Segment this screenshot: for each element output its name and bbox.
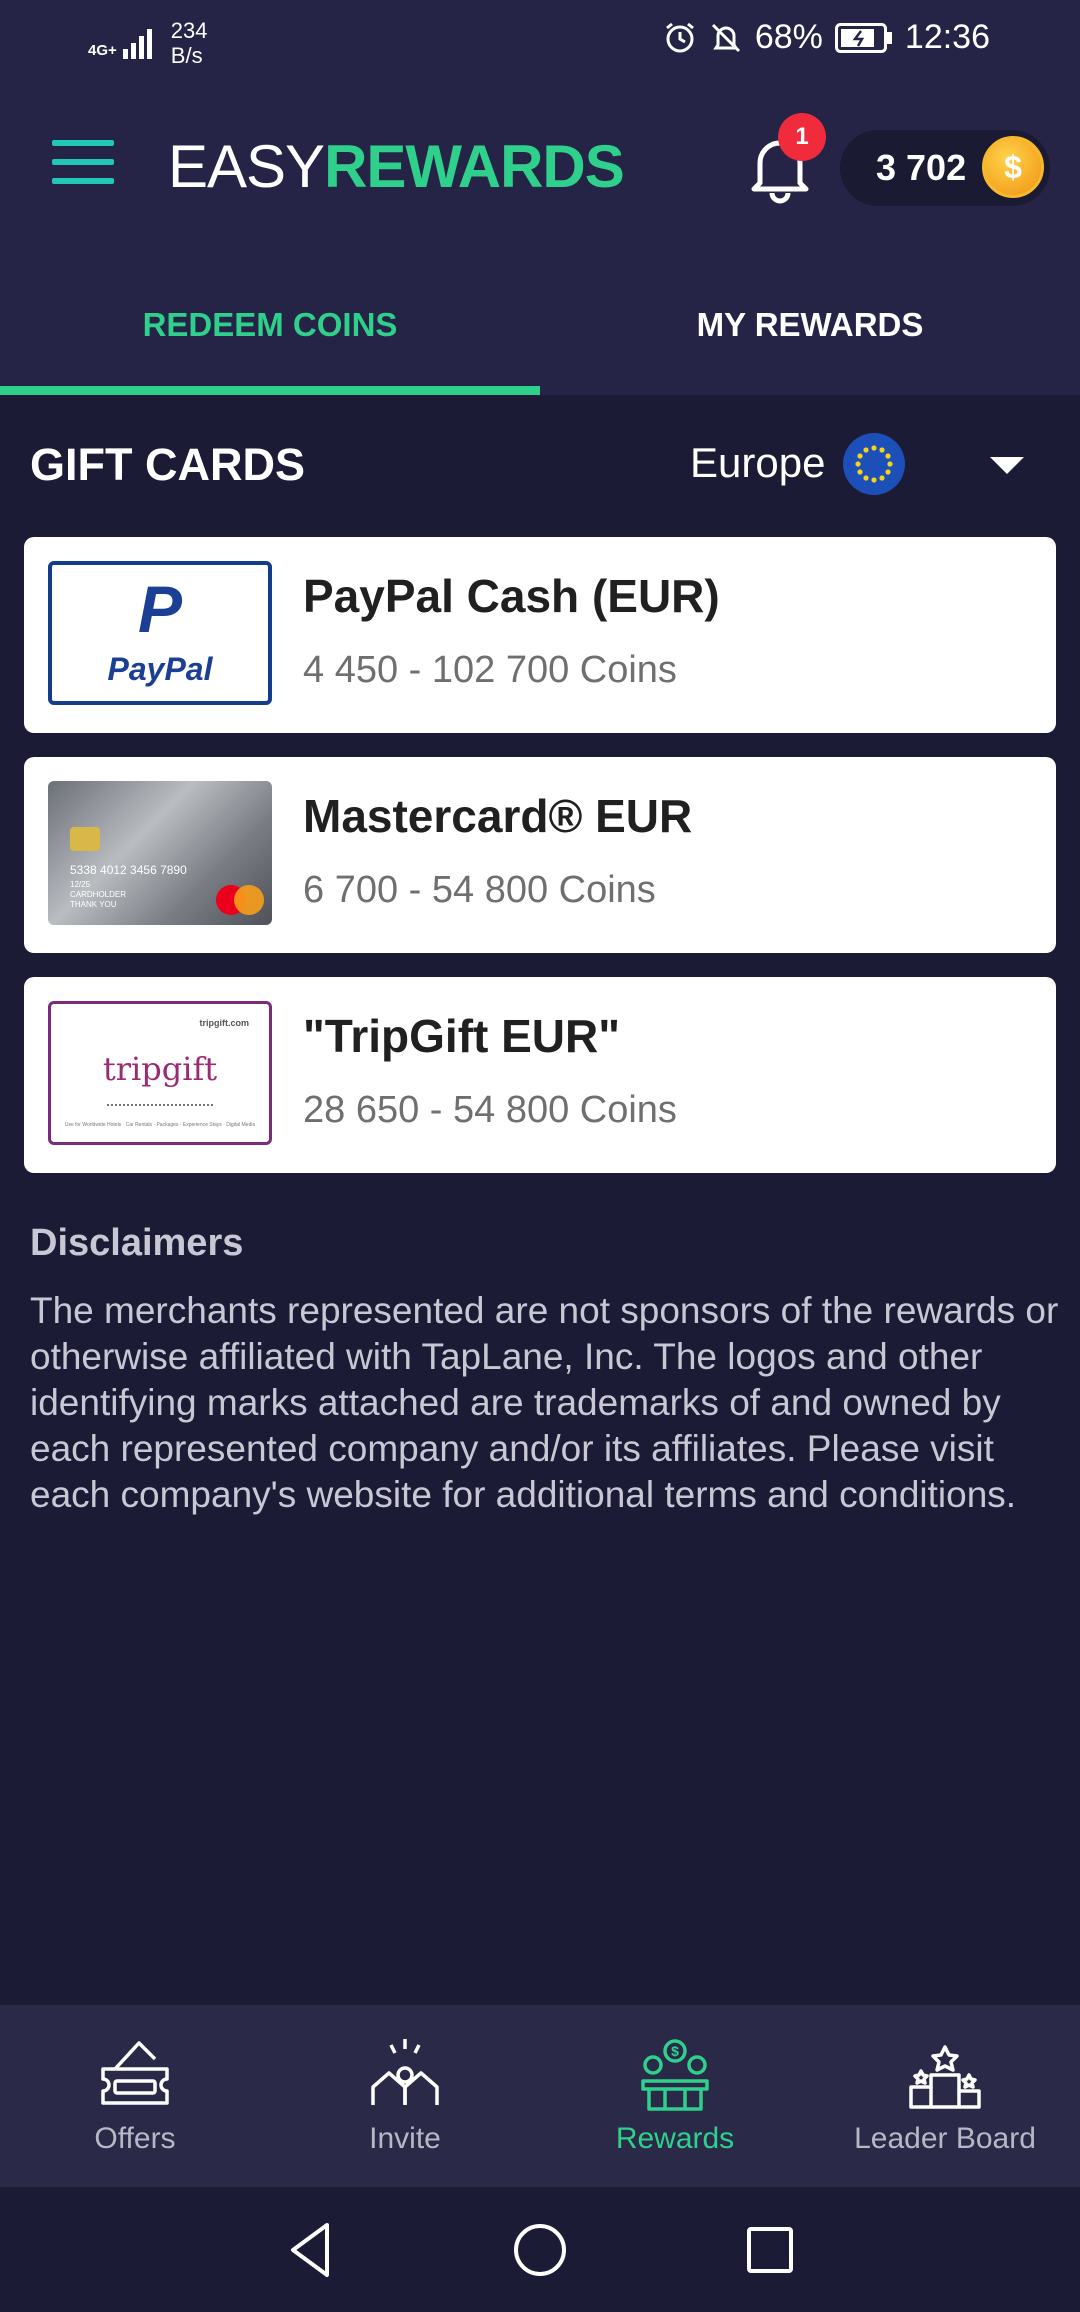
coin-icon: $ xyxy=(982,136,1044,198)
gift-card-name: Mastercard® EUR xyxy=(303,790,693,842)
tab-redeem-coins[interactable]: REDEEM COINS xyxy=(0,255,540,395)
card-expiry: 12/25 xyxy=(70,880,91,889)
logo-rewards: REWARDS xyxy=(324,133,625,200)
app-logo: EASYREWARDS xyxy=(168,132,625,201)
home-icon xyxy=(514,2224,566,2276)
chevron-down-icon[interactable] xyxy=(990,457,1024,474)
notification-badge: 1 xyxy=(778,113,826,161)
network-type: 4G+ xyxy=(88,42,117,59)
podium-icon xyxy=(909,2045,981,2109)
mastercard-logo-icon xyxy=(216,885,264,915)
card-thanks: THANK YOU xyxy=(70,900,117,909)
paypal-logo: P PayPal xyxy=(48,561,272,705)
travel-icons xyxy=(107,1104,213,1114)
recents-icon xyxy=(747,2227,793,2273)
card-holder: CARDHOLDER xyxy=(70,890,127,899)
paypal-wordmark: PayPal xyxy=(107,651,213,687)
nav-label: Rewards xyxy=(615,2122,735,2155)
nav-label: Leader Board xyxy=(854,2122,1036,2155)
gift-card-mastercard[interactable]: 5338 4012 3456 7890 12/25 CARDHOLDER THA… xyxy=(24,757,1056,953)
rewards-icon: $ xyxy=(641,2039,709,2111)
status-right: 68% 12:36 xyxy=(663,18,990,57)
nav-offers[interactable]: Offers xyxy=(0,2005,270,2187)
network-indicator: 4G+ xyxy=(88,27,157,59)
card-number: 5338 4012 3456 7890 xyxy=(70,863,187,877)
nav-invite[interactable]: Invite xyxy=(270,2005,540,2187)
gift-card-range: 6 700 - 54 800 Coins xyxy=(303,869,656,911)
clock: 12:36 xyxy=(904,18,990,56)
ticket-icon xyxy=(101,2041,169,2105)
tripgift-site: tripgift.com xyxy=(199,1018,250,1028)
gift-cards-header: GIFT CARDS Europe xyxy=(0,395,1080,535)
status-left: 4G+ 234 B/s xyxy=(88,18,208,68)
tripgift-tagline: Use for Worldwide Hotels · Car Rentals ·… xyxy=(64,1122,256,1128)
active-tab-indicator xyxy=(0,386,540,395)
tripgift-wordmark: tripgift xyxy=(102,1050,218,1088)
menu-icon-bar xyxy=(52,159,114,165)
gift-card-name: "TripGift EUR" xyxy=(303,1010,621,1062)
chip-icon xyxy=(70,827,100,851)
nav-leader-board[interactable]: Leader Board xyxy=(810,2005,1080,2187)
svg-text:$: $ xyxy=(671,2043,679,2059)
logo-easy: EASY xyxy=(168,133,325,200)
disclaimers-title: Disclaimers xyxy=(30,1222,244,1264)
gift-card-tripgift[interactable]: tripgift.com tripgift Use for Worldwide … xyxy=(24,977,1056,1173)
net-speed-value: 234 xyxy=(170,18,208,43)
menu-button[interactable] xyxy=(52,140,114,184)
gift-card-name: PayPal Cash (EUR) xyxy=(303,570,720,622)
gift-card-paypal[interactable]: P PayPal PayPal Cash (EUR) 4 450 - 102 7… xyxy=(24,537,1056,733)
mute-icon xyxy=(709,21,743,55)
disclaimers-text: The merchants represented are not sponso… xyxy=(30,1290,1059,1515)
region-selector-label[interactable]: Europe xyxy=(690,439,825,487)
section-title: GIFT CARDS xyxy=(30,439,305,490)
nav-label: Invite xyxy=(369,2122,441,2155)
net-speed: 234 B/s xyxy=(171,18,208,68)
tripgift-logo: tripgift.com tripgift Use for Worldwide … xyxy=(48,1001,272,1145)
home-button[interactable] xyxy=(505,2215,575,2285)
menu-icon xyxy=(52,140,114,146)
tab-my-rewards[interactable]: MY REWARDS xyxy=(540,255,1080,395)
gift-card-range: 4 450 - 102 700 Coins xyxy=(303,649,677,691)
mastercard-image: 5338 4012 3456 7890 12/25 CARDHOLDER THA… xyxy=(48,781,272,925)
paypal-p-icon: P xyxy=(137,572,183,646)
menu-icon-bar xyxy=(52,178,114,184)
coin-balance[interactable]: 3 702 $ xyxy=(840,130,1050,206)
nav-label: Offers xyxy=(94,2122,176,2155)
people-icon xyxy=(371,2039,439,2105)
alarm-icon xyxy=(663,21,697,55)
coin-balance-amount: 3 702 xyxy=(876,147,967,188)
back-icon xyxy=(291,2223,329,2277)
eu-flag-icon[interactable] xyxy=(843,433,905,495)
nav-rewards[interactable]: $ Rewards xyxy=(540,2005,810,2187)
app-bar: EASYREWARDS 1 3 702 $ xyxy=(0,80,1080,255)
bottom-nav: Offers Invite $ Rewards Leader Board xyxy=(0,2005,1080,2187)
gift-card-range: 28 650 - 54 800 Coins xyxy=(303,1089,677,1131)
tab-bar: REDEEM COINS MY REWARDS xyxy=(0,255,1080,395)
battery-icon xyxy=(834,22,893,53)
battery-percent: 68% xyxy=(754,18,823,56)
net-speed-unit: B/s xyxy=(170,43,203,68)
recents-button[interactable] xyxy=(735,2215,805,2285)
status-bar: 4G+ 234 B/s 68% 12:36 xyxy=(0,0,1080,80)
signal-icon xyxy=(122,29,152,59)
back-button[interactable] xyxy=(275,2215,345,2285)
system-nav-bar xyxy=(0,2187,1080,2312)
